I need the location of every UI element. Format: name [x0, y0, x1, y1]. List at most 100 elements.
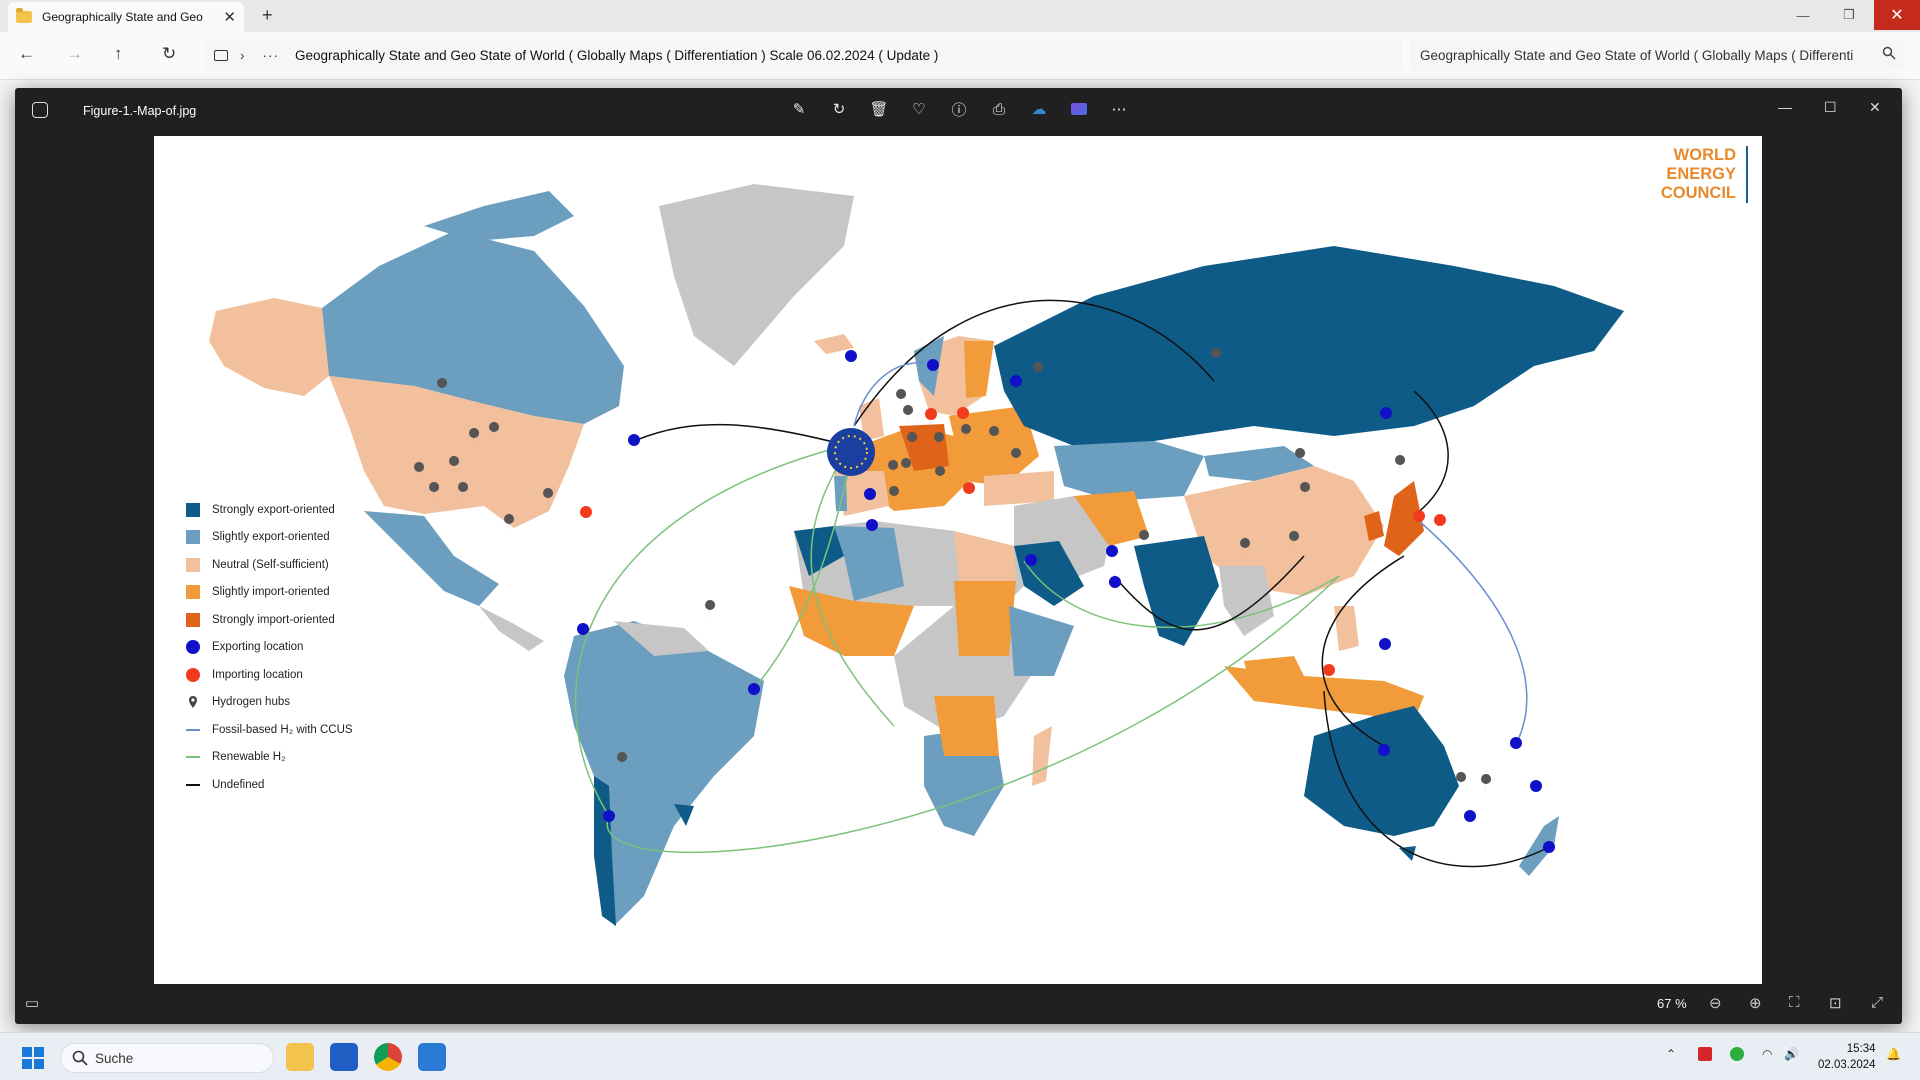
map-image: WORLD ENERGY COUNCIL Strongly export-ori… [154, 136, 1762, 984]
region-central-america [479, 606, 544, 651]
legend-item: Fossil-based H₂ with CCUS [186, 716, 353, 744]
legend-item: Slightly import-oriented [186, 579, 353, 607]
close-tab-icon[interactable]: ✕ [223, 8, 236, 26]
exporting-location-marker [927, 359, 939, 371]
photos-icon[interactable] [418, 1043, 446, 1071]
zoom-in-icon[interactable]: ⊕ [1749, 994, 1762, 1012]
chrome-icon[interactable] [374, 1043, 402, 1071]
legend-item: Importing location [186, 661, 353, 689]
viewer-status-bar: ▭ 67 % ⊖ ⊕ ⛶ ⊡ ⤢ [15, 984, 1902, 1024]
start-button[interactable] [22, 1047, 44, 1069]
delete-icon[interactable]: 🗑 [869, 100, 888, 118]
address-bar[interactable]: › ··· Geographically State and Geo State… [204, 40, 1402, 70]
more-locations-icon[interactable]: ··· [263, 48, 280, 63]
world-energy-council-logo: WORLD ENERGY COUNCIL [1661, 146, 1748, 203]
explorer-tab-bar: Geographically State and Geo ✕ + — ❐ ✕ [0, 0, 1920, 32]
exporting-location-marker [1378, 744, 1390, 756]
restore-button[interactable]: ❐ [1826, 0, 1872, 30]
viewer-maximize-button[interactable]: ☐ [1824, 99, 1837, 116]
actual-size-icon[interactable]: ⊡ [1829, 994, 1842, 1012]
monitor-icon [214, 49, 228, 61]
logo-line: COUNCIL [1660, 184, 1736, 202]
forward-button[interactable]: → [66, 44, 83, 64]
zoom-out-icon[interactable]: ⊖ [1709, 994, 1722, 1012]
exporting-location-marker [1530, 780, 1542, 792]
search-icon [1882, 46, 1896, 60]
legend-item: Undefined [186, 771, 353, 799]
viewer-title-bar: Figure-1.-Map-of.jpg ✎ ↻ 🗑 ♡ ⓘ ⎙ ☁ ⋯ — ☐… [15, 88, 1902, 135]
clock-time: 15:34 [1846, 1043, 1876, 1055]
hydrogen-hub-marker [1456, 772, 1467, 792]
viewer-close-button[interactable]: ✕ [1869, 99, 1881, 116]
system-clock[interactable]: 15:34 02.03.2024 [1818, 1041, 1876, 1073]
close-window-button[interactable]: ✕ [1874, 0, 1920, 30]
exporting-location-marker [1025, 554, 1037, 566]
logo-line: ENERGY [1666, 165, 1736, 183]
fit-to-window-icon[interactable]: ⛶ [1789, 994, 1800, 1011]
file-explorer-icon[interactable] [286, 1043, 314, 1071]
region-southeast-asia [1219, 566, 1274, 636]
importing-location-marker [580, 506, 592, 518]
clock-date: 02.03.2024 [1818, 1059, 1876, 1071]
info-icon[interactable]: ⓘ [950, 100, 968, 119]
refresh-button[interactable]: ↻ [162, 44, 176, 64]
fullscreen-icon[interactable]: ⤢ [1871, 994, 1883, 1011]
chevron-up-icon[interactable]: ⌃ [1666, 1047, 1676, 1061]
hydrogen-hub-marker [705, 600, 716, 620]
legend-item: Exporting location [186, 634, 353, 662]
explorer-tab[interactable]: Geographically State and Geo ✕ [8, 2, 244, 32]
viewer-toolbar: ✎ ↻ 🗑 ♡ ⓘ ⎙ ☁ ⋯ [790, 100, 1128, 119]
minimize-button[interactable]: — [1780, 0, 1826, 30]
new-tab-button[interactable]: + [262, 5, 273, 26]
breadcrumb[interactable]: Geographically State and Geo State of Wo… [295, 48, 938, 63]
region-finland [964, 341, 994, 398]
search-input[interactable]: Geographically State and Geo State of Wo… [1410, 40, 1904, 70]
region-alaska [209, 298, 329, 396]
exporting-location-marker [628, 434, 640, 446]
security-icon[interactable] [1730, 1047, 1744, 1061]
exporting-location-marker [748, 683, 760, 695]
region-russia [994, 246, 1624, 446]
region-mexico [364, 511, 499, 606]
importing-location-marker [925, 408, 937, 420]
exporting-location-marker [1010, 375, 1022, 387]
wifi-icon[interactable]: ◠ [1762, 1047, 1772, 1061]
exporting-location-marker [1379, 638, 1391, 650]
exporting-location-marker [864, 488, 876, 500]
back-button[interactable]: ← [18, 44, 35, 64]
onedrive-icon[interactable]: ☁ [1030, 100, 1048, 118]
search-icon [72, 1050, 88, 1066]
hydrogen-hub-icon [189, 696, 197, 709]
hydrogen-hub-marker [896, 389, 907, 409]
volume-icon[interactable]: 🔊 [1784, 1047, 1799, 1061]
exporting-location-marker [1464, 810, 1476, 822]
notification-bell-icon[interactable]: 🔔 [1886, 1047, 1901, 1061]
up-button[interactable]: ↑ [114, 44, 123, 64]
exporting-location-marker [577, 623, 589, 635]
importing-location-marker [1413, 510, 1425, 522]
acrobat-icon[interactable] [1698, 1047, 1712, 1061]
world-map-graphic [209, 184, 1624, 926]
search-input-text: Geographically State and Geo State of Wo… [1420, 47, 1854, 63]
legend-item: Strongly export-oriented [186, 496, 353, 524]
rotate-icon[interactable]: ↻ [830, 100, 848, 118]
exporting-location-marker [1510, 737, 1522, 749]
exporting-location-marker [866, 519, 878, 531]
photo-viewer-window: Figure-1.-Map-of.jpg ✎ ↻ 🗑 ♡ ⓘ ⎙ ☁ ⋯ — ☐… [15, 88, 1902, 1024]
filmstrip-icon[interactable]: ▭ [25, 994, 39, 1012]
importing-location-marker [963, 482, 975, 494]
file-name: Figure-1.-Map-of.jpg [83, 104, 197, 118]
more-icon[interactable]: ⋯ [1110, 100, 1128, 118]
region-canada-islands [424, 191, 574, 241]
print-icon[interactable]: ⎙ [990, 100, 1008, 118]
taskbar: Suche ⌃ ◠ 🔊 15:34 02.03.2024 🔔 [0, 1032, 1920, 1080]
edit-image-icon[interactable]: ✎ [790, 100, 808, 118]
taskbar-search[interactable]: Suche [60, 1043, 274, 1073]
address-toolbar: ← → ↑ ↻ › ··· Geographically State and G… [0, 32, 1920, 80]
region-turkey-balkans [984, 471, 1054, 506]
favorite-icon[interactable]: ♡ [910, 100, 928, 118]
clipchamp-icon[interactable] [1070, 100, 1088, 118]
viewer-minimize-button[interactable]: — [1778, 99, 1792, 115]
store-icon[interactable] [330, 1043, 358, 1071]
chevron-right-icon: › [240, 47, 245, 63]
